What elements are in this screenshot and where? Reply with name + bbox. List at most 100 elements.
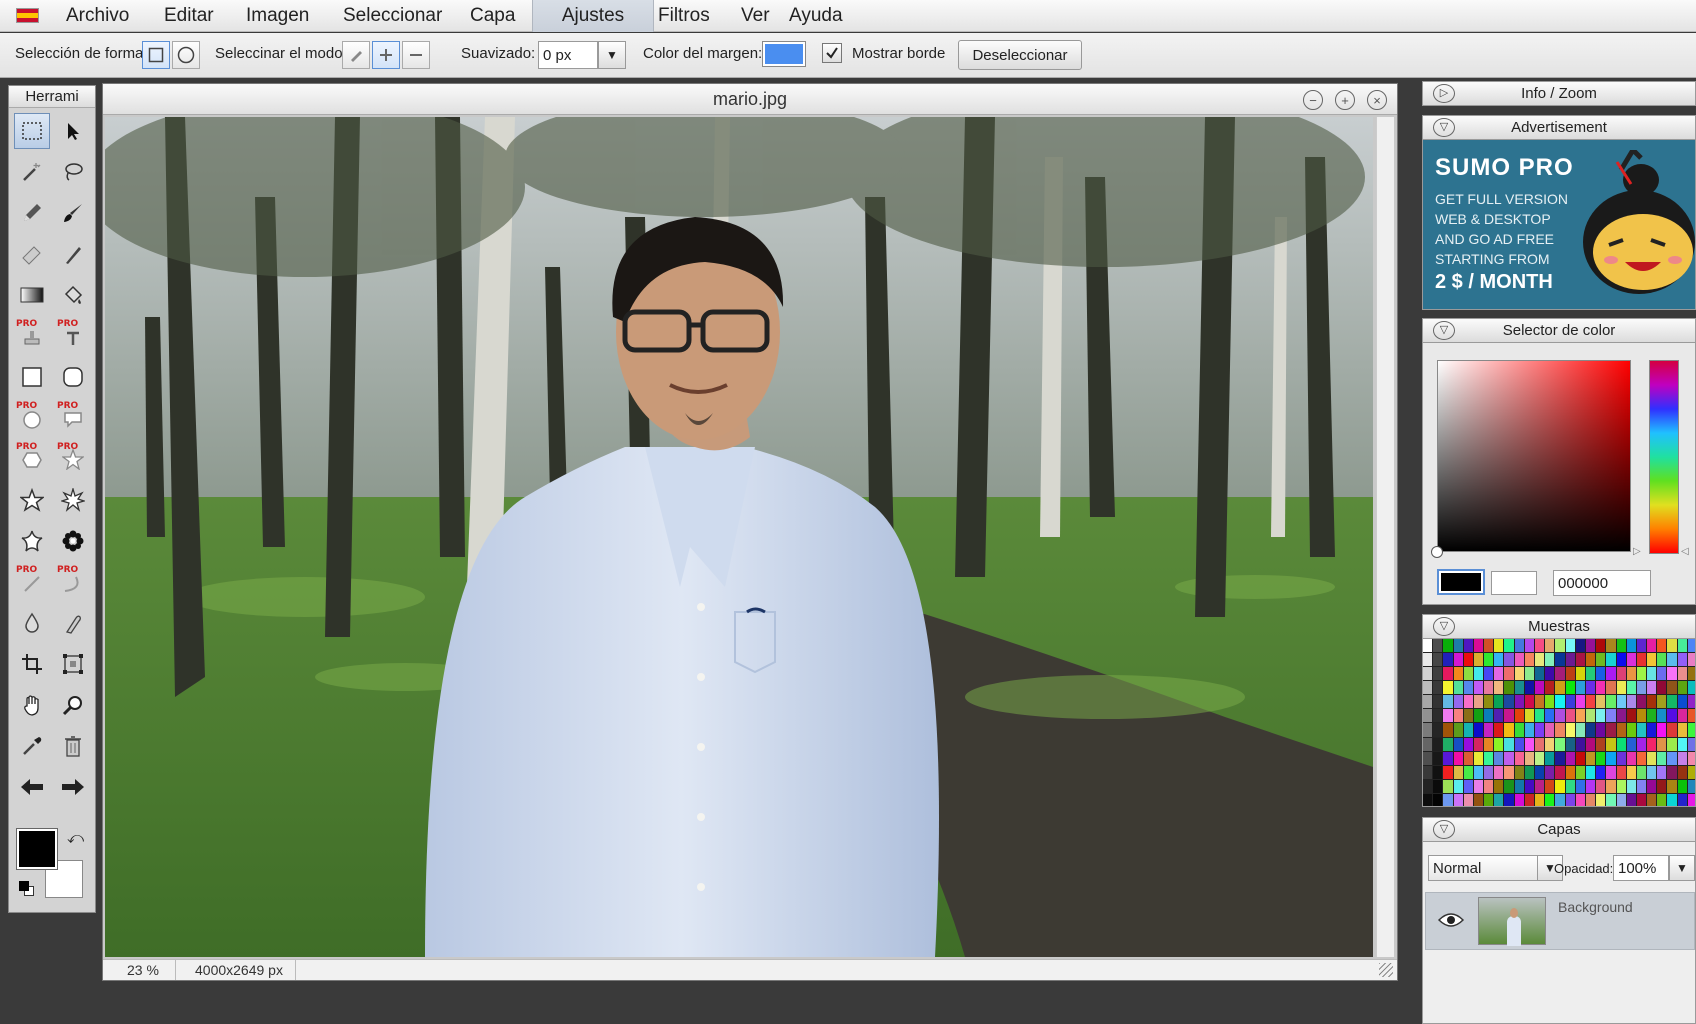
color-swatch[interactable] xyxy=(1423,695,1433,709)
color-swatch[interactable] xyxy=(1453,667,1463,681)
color-swatch[interactable] xyxy=(1626,765,1636,779)
color-swatch[interactable] xyxy=(1667,737,1677,751)
color-swatch[interactable] xyxy=(1596,779,1606,793)
color-swatch[interactable] xyxy=(1616,751,1626,765)
menu-ayuda[interactable]: Ayuda xyxy=(773,0,859,32)
color-swatch[interactable] xyxy=(1545,737,1555,751)
color-swatch[interactable] xyxy=(1677,667,1687,681)
color-swatch[interactable] xyxy=(1443,653,1453,667)
color-swatch[interactable] xyxy=(1616,681,1626,695)
ad-banner[interactable]: SUMO PRO GET FULL VERSION WEB & DESKTOP … xyxy=(1422,140,1696,310)
color-swatch[interactable] xyxy=(1524,737,1535,751)
smudge-tool[interactable] xyxy=(55,236,91,272)
color-swatch[interactable] xyxy=(1585,639,1596,653)
color-swatch[interactable] xyxy=(1677,723,1687,737)
color-swatch[interactable] xyxy=(1575,737,1585,751)
color-swatch[interactable] xyxy=(1443,765,1453,779)
swap-colors-icon[interactable]: ⤺ xyxy=(67,830,84,848)
color-swatch[interactable] xyxy=(1687,737,1695,751)
color-swatch[interactable] xyxy=(1606,653,1616,667)
color-swatch[interactable] xyxy=(1443,681,1453,695)
color-swatch[interactable] xyxy=(1494,653,1504,667)
color-swatch[interactable] xyxy=(1453,793,1463,806)
color-swatch[interactable] xyxy=(1443,723,1453,737)
color-swatch[interactable] xyxy=(1636,751,1647,765)
color-swatch[interactable] xyxy=(1616,709,1626,723)
color-swatch[interactable] xyxy=(1657,667,1667,681)
color-swatch[interactable] xyxy=(1423,779,1433,793)
color-swatch[interactable] xyxy=(1585,723,1596,737)
color-swatch[interactable] xyxy=(1555,695,1565,709)
color-swatch[interactable] xyxy=(1484,667,1494,681)
color-swatch[interactable] xyxy=(1565,737,1575,751)
color-swatch[interactable] xyxy=(1504,709,1514,723)
color-swatch[interactable] xyxy=(1677,751,1687,765)
color-swatch[interactable] xyxy=(1596,723,1606,737)
color-swatch[interactable] xyxy=(1687,779,1695,793)
color-swatch[interactable] xyxy=(1636,667,1647,681)
pro-curve-tool[interactable]: PRO xyxy=(55,564,91,600)
color-swatch[interactable] xyxy=(1535,695,1545,709)
color-swatch[interactable] xyxy=(1535,723,1545,737)
blend-mode-select[interactable]: Normal xyxy=(1428,855,1538,881)
color-swatch[interactable] xyxy=(1423,723,1433,737)
mode-subtract-button[interactable] xyxy=(402,41,430,69)
color-swatch[interactable] xyxy=(1647,723,1657,737)
color-swatch[interactable] xyxy=(1484,695,1494,709)
color-swatch[interactable] xyxy=(1433,709,1443,723)
color-swatch[interactable] xyxy=(1443,793,1453,806)
color-swatch[interactable] xyxy=(1463,765,1473,779)
color-swatch[interactable] xyxy=(1636,639,1647,653)
color-swatch[interactable] xyxy=(1535,709,1545,723)
color-swatch[interactable] xyxy=(1484,639,1494,653)
current-color-swatch[interactable] xyxy=(1437,569,1485,595)
eyedropper-tool[interactable] xyxy=(14,728,50,764)
color-swatch[interactable] xyxy=(1585,709,1596,723)
color-swatch[interactable] xyxy=(1616,667,1626,681)
color-swatch[interactable] xyxy=(1636,793,1647,806)
color-swatch[interactable] xyxy=(1585,779,1596,793)
color-swatch[interactable] xyxy=(1524,793,1535,806)
brush-tool[interactable] xyxy=(55,195,91,231)
color-swatch[interactable] xyxy=(1494,793,1504,806)
pro-line-tool[interactable]: PRO xyxy=(14,564,50,600)
color-swatch[interactable] xyxy=(1606,723,1616,737)
color-swatch[interactable] xyxy=(1667,765,1677,779)
color-swatch[interactable] xyxy=(1484,793,1494,806)
color-swatch[interactable] xyxy=(1626,681,1636,695)
color-swatch[interactable] xyxy=(1484,723,1494,737)
color-swatch[interactable] xyxy=(1657,639,1667,653)
menu-archivo[interactable]: Archivo xyxy=(50,0,145,32)
color-swatch[interactable] xyxy=(1626,737,1636,751)
image-canvas[interactable] xyxy=(105,117,1373,957)
color-swatch[interactable] xyxy=(1596,681,1606,695)
opacity-dropdown-button[interactable]: ▼ xyxy=(1669,855,1695,881)
deselect-button[interactable]: Deseleccionar xyxy=(958,40,1082,70)
color-swatch[interactable] xyxy=(1453,779,1463,793)
menu-capa[interactable]: Capa xyxy=(454,0,531,32)
color-swatch[interactable] xyxy=(1524,695,1535,709)
show-border-checkbox[interactable] xyxy=(822,43,842,63)
color-swatch[interactable] xyxy=(1565,765,1575,779)
color-swatch[interactable] xyxy=(1535,751,1545,765)
color-swatch[interactable] xyxy=(1575,765,1585,779)
color-swatch[interactable] xyxy=(1514,709,1524,723)
layers-panel-header[interactable]: ▽ Capas xyxy=(1422,817,1696,842)
color-swatch[interactable] xyxy=(1585,751,1596,765)
color-swatch[interactable] xyxy=(1514,765,1524,779)
color-swatch[interactable] xyxy=(1514,751,1524,765)
color-swatch[interactable] xyxy=(1423,681,1433,695)
color-swatch[interactable] xyxy=(1453,681,1463,695)
color-swatch[interactable] xyxy=(1473,765,1484,779)
color-swatch[interactable] xyxy=(1657,653,1667,667)
color-swatch[interactable] xyxy=(1494,667,1504,681)
color-swatch[interactable] xyxy=(1657,737,1667,751)
color-swatch[interactable] xyxy=(1565,779,1575,793)
color-swatch[interactable] xyxy=(1473,667,1484,681)
color-swatch[interactable] xyxy=(1504,653,1514,667)
swatches-panel-header[interactable]: ▽ Muestras xyxy=(1422,614,1696,639)
color-swatch[interactable] xyxy=(1626,723,1636,737)
color-swatch[interactable] xyxy=(1626,653,1636,667)
color-swatch[interactable] xyxy=(1443,639,1453,653)
color-swatch[interactable] xyxy=(1463,695,1473,709)
